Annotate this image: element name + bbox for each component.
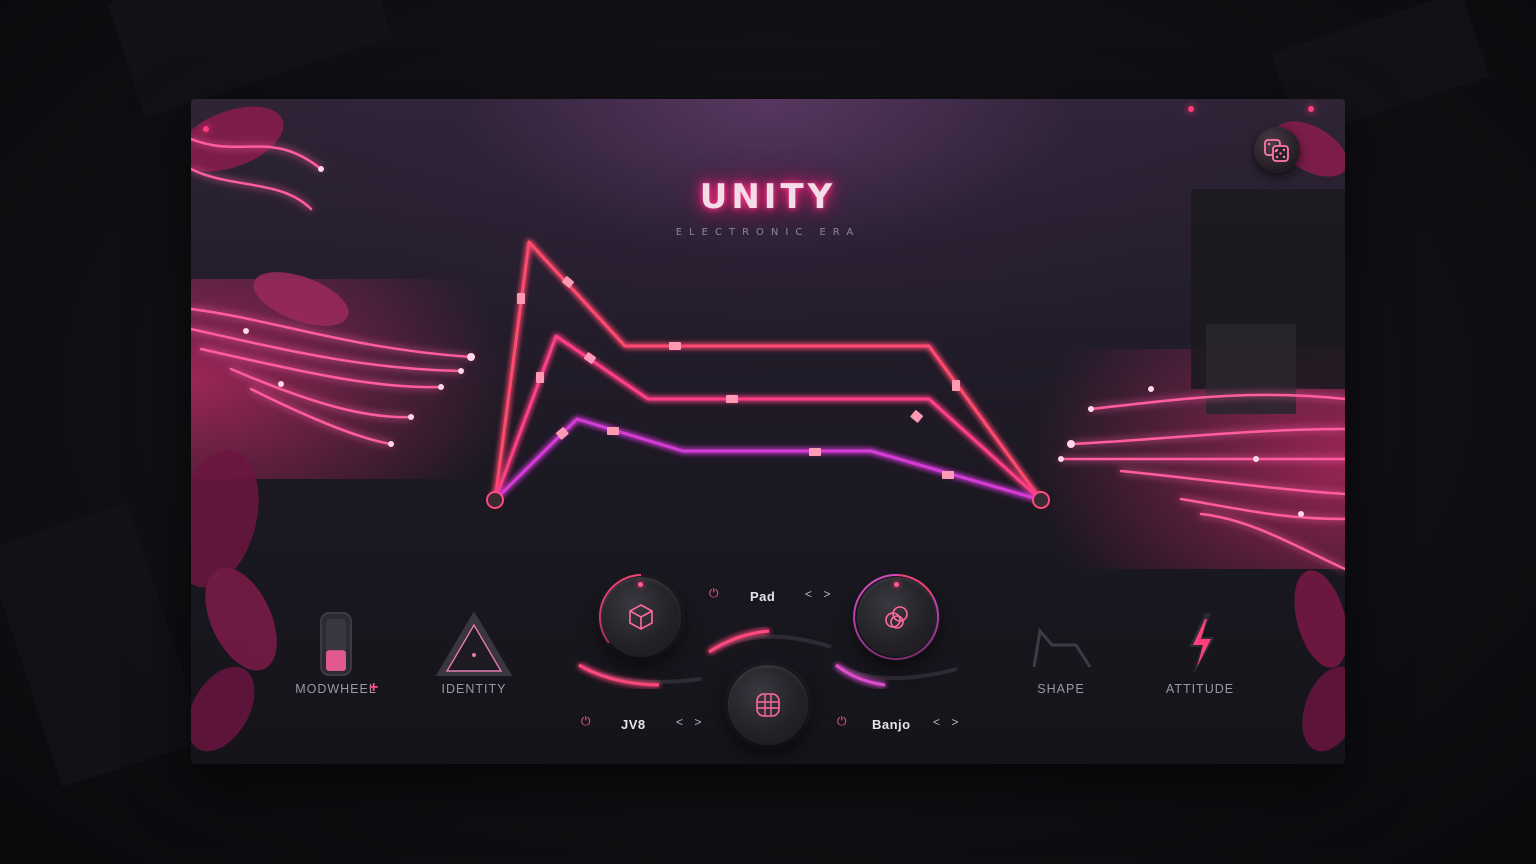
identity-label: IDENTITY: [441, 682, 507, 696]
modwheel-label: MODWHEEL: [295, 682, 377, 696]
lightning-icon: [1189, 613, 1215, 675]
jv8-slot-nav[interactable]: < >: [676, 715, 705, 729]
envelope-handle[interactable]: [952, 380, 960, 391]
banjo-slot-name: Banjo: [872, 717, 911, 732]
pad-power-icon[interactable]: ⏻: [709, 586, 719, 601]
jv8-knob[interactable]: [722, 659, 814, 751]
plugin-window: UNITY ELECTRONIC ERA MODWHEEL + IDENTITY…: [191, 99, 1345, 764]
jv8-slot-name: JV8: [621, 717, 646, 732]
grid-sphere-icon: [756, 693, 780, 717]
background-shape: [0, 502, 205, 788]
cube-icon: [629, 604, 653, 630]
modwheel-add-badge[interactable]: +: [369, 679, 378, 697]
attitude-control[interactable]: ATTITUDE: [1155, 611, 1245, 696]
triangle-icon: [435, 611, 513, 676]
envelope-handle[interactable]: [669, 342, 681, 350]
envelope-line-bottom[interactable]: [493, 417, 1042, 502]
shape-envelope-icon: [1032, 627, 1092, 668]
pad-knob[interactable]: [595, 571, 687, 663]
envelope-end-node[interactable]: [1032, 491, 1050, 509]
envelope-handle[interactable]: [809, 448, 821, 456]
modwheel-control[interactable]: MODWHEEL +: [291, 611, 381, 696]
envelope-start-node[interactable]: [486, 491, 504, 509]
envelope-handle[interactable]: [536, 372, 544, 383]
jv8-power-icon[interactable]: ⏻: [581, 714, 591, 729]
banjo-knob[interactable]: [851, 571, 943, 663]
pad-slot-name: Pad: [750, 589, 776, 604]
banjo-power-icon[interactable]: ⏻: [837, 714, 847, 729]
envelope-handle[interactable]: [517, 293, 525, 304]
identity-control[interactable]: IDENTITY: [429, 611, 519, 696]
circles-icon: [885, 606, 908, 629]
envelope-handle[interactable]: [726, 395, 738, 403]
envelope-handle[interactable]: [942, 471, 954, 479]
banjo-slot-nav[interactable]: < >: [933, 715, 962, 729]
shape-control[interactable]: SHAPE: [1016, 611, 1106, 696]
modwheel-icon: [320, 612, 352, 676]
attitude-label: ATTITUDE: [1165, 682, 1235, 696]
envelope-line-top[interactable]: [493, 240, 1043, 501]
banjo-knob-indicator: [894, 582, 899, 587]
shape-label: SHAPE: [1037, 682, 1085, 696]
pad-slot-nav[interactable]: < >: [805, 587, 834, 601]
pad-knob-indicator: [638, 582, 643, 587]
envelope-handle[interactable]: [607, 427, 619, 435]
envelope-handle[interactable]: [910, 410, 923, 423]
